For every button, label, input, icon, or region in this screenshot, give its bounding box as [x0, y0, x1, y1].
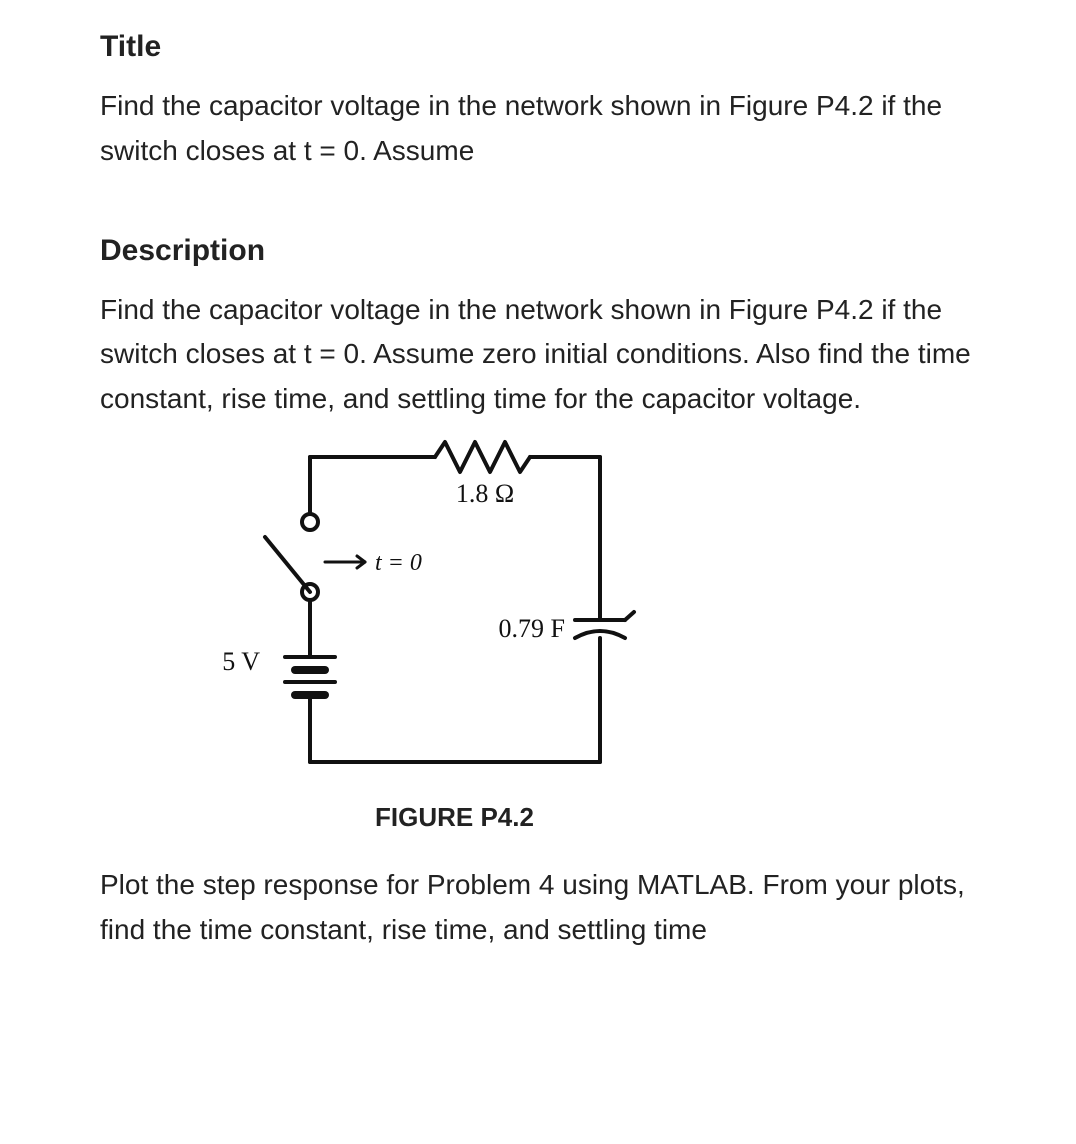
description-paragraph: Find the capacitor voltage in the networ…	[100, 288, 986, 422]
circuit-diagram: 1.8 Ω t = 0 0.79 F 5 V	[160, 432, 680, 792]
document-page: Title Find the capacitor voltage in the …	[0, 0, 1076, 1013]
switch-label: t = 0	[375, 550, 422, 576]
source-label: 5 V	[222, 647, 260, 676]
figure-wrapper: 1.8 Ω t = 0 0.79 F 5 V FIGURE P4.2	[160, 432, 986, 833]
followup-paragraph: Plot the step response for Problem 4 usi…	[100, 863, 986, 953]
resistor-label: 1.8 Ω	[456, 479, 514, 508]
title-heading: Title	[100, 30, 986, 64]
title-paragraph: Find the capacitor voltage in the networ…	[100, 84, 986, 174]
capacitor-label: 0.79 F	[499, 614, 565, 643]
description-heading: Description	[100, 234, 986, 268]
figure-caption: FIGURE P4.2	[375, 802, 986, 833]
